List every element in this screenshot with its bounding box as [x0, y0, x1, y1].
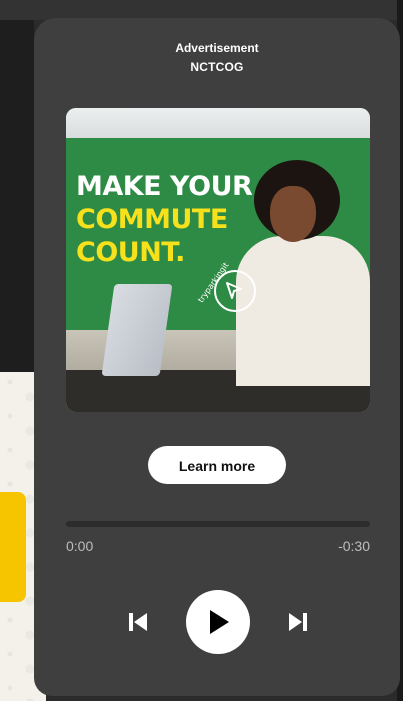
- artwork-headline: MAKE YOUR COMMUTE COUNT.: [76, 170, 253, 269]
- progress-bar[interactable]: [66, 521, 370, 527]
- headline-line-2: COMMUTE: [76, 204, 228, 235]
- skip-next-icon[interactable]: [286, 610, 310, 634]
- ad-label: Advertisement: [175, 41, 259, 55]
- ad-artwork[interactable]: MAKE YOUR COMMUTE COUNT. tryparkingit: [66, 108, 370, 412]
- cursor-badge-icon: [214, 270, 256, 312]
- play-icon: [210, 610, 229, 634]
- remaining-time: -0:30: [338, 538, 370, 554]
- headline-line-1: MAKE YOUR: [76, 171, 253, 202]
- play-button[interactable]: [186, 590, 250, 654]
- side-accent-tab[interactable]: [0, 492, 26, 602]
- artwork-person-body: [236, 236, 370, 386]
- artwork-person-face: [270, 186, 316, 242]
- learn-more-button[interactable]: Learn more: [148, 446, 286, 484]
- page-top-strip: [0, 0, 403, 20]
- ad-sponsor: NCTCOG: [190, 60, 244, 74]
- elapsed-time: 0:00: [66, 538, 94, 554]
- ad-player-card: Advertisement NCTCOG MAKE YOUR COMMUTE C…: [34, 18, 400, 696]
- artwork-ceiling: [66, 108, 370, 140]
- skip-previous-icon[interactable]: [126, 610, 150, 634]
